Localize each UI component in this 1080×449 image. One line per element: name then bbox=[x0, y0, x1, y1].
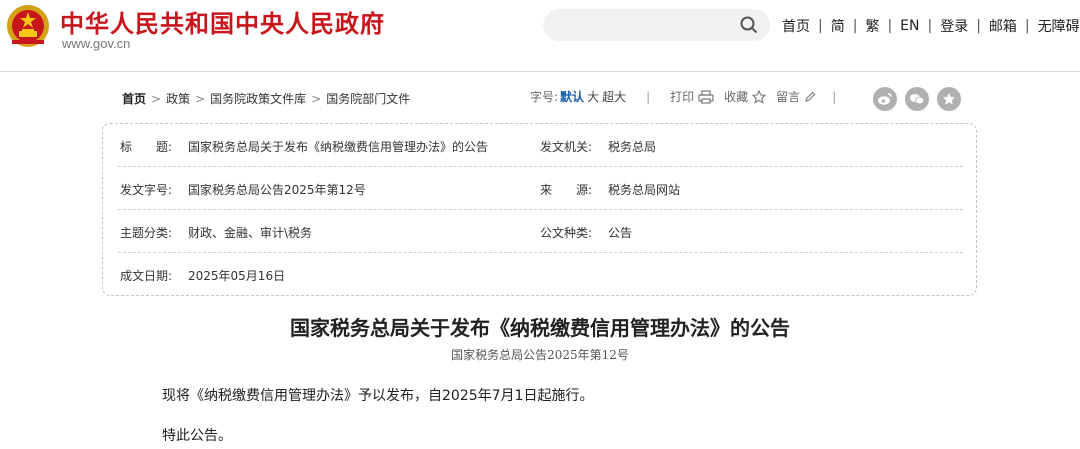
nav-english[interactable]: EN bbox=[900, 18, 919, 34]
title-label: 标 题: bbox=[120, 140, 173, 154]
search-input[interactable] bbox=[543, 9, 770, 41]
info-row-3: 主题分类: 财政、金融、审计\税务 公文种类: 公告 bbox=[118, 210, 963, 253]
favorite-button[interactable]: 收藏 bbox=[724, 88, 767, 105]
site-header: 中华人民共和国中央人民政府 www.gov.cn 首页 | 简 | 繁 | EN | 登… bbox=[0, 0, 1080, 72]
print-label: 打印 bbox=[670, 90, 695, 104]
font-size-default[interactable]: 默认 bbox=[560, 88, 584, 105]
font-size-large[interactable]: 大 bbox=[587, 88, 599, 105]
nav-login[interactable]: 登录 bbox=[940, 16, 968, 36]
nav-traditional[interactable]: 繁 bbox=[865, 16, 879, 36]
nav-home[interactable]: 首页 bbox=[782, 16, 810, 36]
toolbar: 字号: 默认 大 超大 | 打印 收藏 留言 | bbox=[530, 88, 837, 105]
issuer-value: 税务总局 bbox=[608, 140, 657, 154]
info-row-4: 成文日期: 2025年05月16日 bbox=[118, 253, 963, 296]
doctype-value: 公告 bbox=[608, 226, 633, 240]
wechat-icon[interactable] bbox=[905, 87, 929, 111]
font-size-label: 字号: bbox=[530, 90, 559, 104]
site-url[interactable]: www.gov.cn bbox=[62, 36, 130, 51]
doctype-label: 公文种类: bbox=[540, 226, 593, 240]
favorite-star-icon[interactable] bbox=[937, 87, 961, 111]
title-value: 国家税务总局关于发布《纳税缴费信用管理办法》的公告 bbox=[188, 140, 489, 154]
breadcrumb-policy-library[interactable]: 国务院政策文件库 bbox=[210, 90, 306, 107]
topic-value: 财政、金融、审计\税务 bbox=[188, 226, 313, 240]
favorite-label: 收藏 bbox=[724, 90, 749, 104]
print-button[interactable]: 打印 bbox=[670, 88, 714, 105]
article-title: 国家税务总局关于发布《纳税缴费信用管理办法》的公告 bbox=[290, 316, 790, 340]
nav-accessibility[interactable]: 无障碍 bbox=[1038, 16, 1080, 36]
weibo-icon[interactable] bbox=[873, 87, 897, 111]
info-row-2: 发文字号: 国家税务总局公告2025年第12号 来 源: 税务总局网站 bbox=[118, 167, 963, 210]
source-label: 来 源: bbox=[540, 183, 593, 197]
breadcrumb-department-docs[interactable]: 国务院部门文件 bbox=[326, 90, 410, 107]
nav-mail[interactable]: 邮箱 bbox=[989, 16, 1017, 36]
nav-simplified[interactable]: 简 bbox=[831, 16, 845, 36]
share-bar bbox=[873, 87, 961, 111]
info-row-1: 标 题: 国家税务总局关于发布《纳税缴费信用管理办法》的公告 发文机关: 税务总… bbox=[118, 124, 963, 167]
docno-label: 发文字号: bbox=[120, 183, 173, 197]
national-emblem-icon[interactable] bbox=[6, 4, 50, 48]
star-outline-icon bbox=[752, 89, 767, 104]
docno-value: 国家税务总局公告2025年第12号 bbox=[188, 183, 366, 197]
article-subtitle: 国家税务总局公告2025年第12号 bbox=[451, 348, 629, 362]
site-title[interactable]: 中华人民共和国中央人民政府 bbox=[60, 4, 385, 39]
article-paragraph-1: 现将《纳税缴费信用管理办法》予以发布，自2025年7月1日起施行。 bbox=[162, 388, 594, 404]
search-icon[interactable] bbox=[740, 16, 758, 34]
breadcrumb-policy[interactable]: 政策 bbox=[166, 90, 190, 107]
document-info-box: 标 题: 国家税务总局关于发布《纳税缴费信用管理办法》的公告 发文机关: 税务总… bbox=[102, 123, 977, 296]
top-nav: 首页 | 简 | 繁 | EN | 登录 | 邮箱 | 无障碍 bbox=[782, 16, 1080, 36]
source-value: 税务总局网站 bbox=[608, 183, 681, 197]
article-paragraph-2: 特此公告。 bbox=[162, 428, 232, 444]
comment-label: 留言 bbox=[776, 90, 801, 104]
issuer-label: 发文机关: bbox=[540, 140, 593, 154]
font-size-xlarge[interactable]: 超大 bbox=[602, 88, 626, 105]
printer-icon bbox=[698, 89, 714, 104]
comment-button[interactable]: 留言 bbox=[776, 88, 816, 105]
date-label: 成文日期: bbox=[120, 269, 173, 283]
topic-label: 主题分类: bbox=[120, 226, 173, 240]
pencil-icon bbox=[805, 91, 816, 102]
date-value: 2025年05月16日 bbox=[188, 269, 286, 283]
breadcrumb-home[interactable]: 首页 bbox=[122, 90, 146, 107]
breadcrumb: 首页 > 政策 > 国务院政策文件库 > 国务院部门文件 bbox=[122, 90, 411, 107]
